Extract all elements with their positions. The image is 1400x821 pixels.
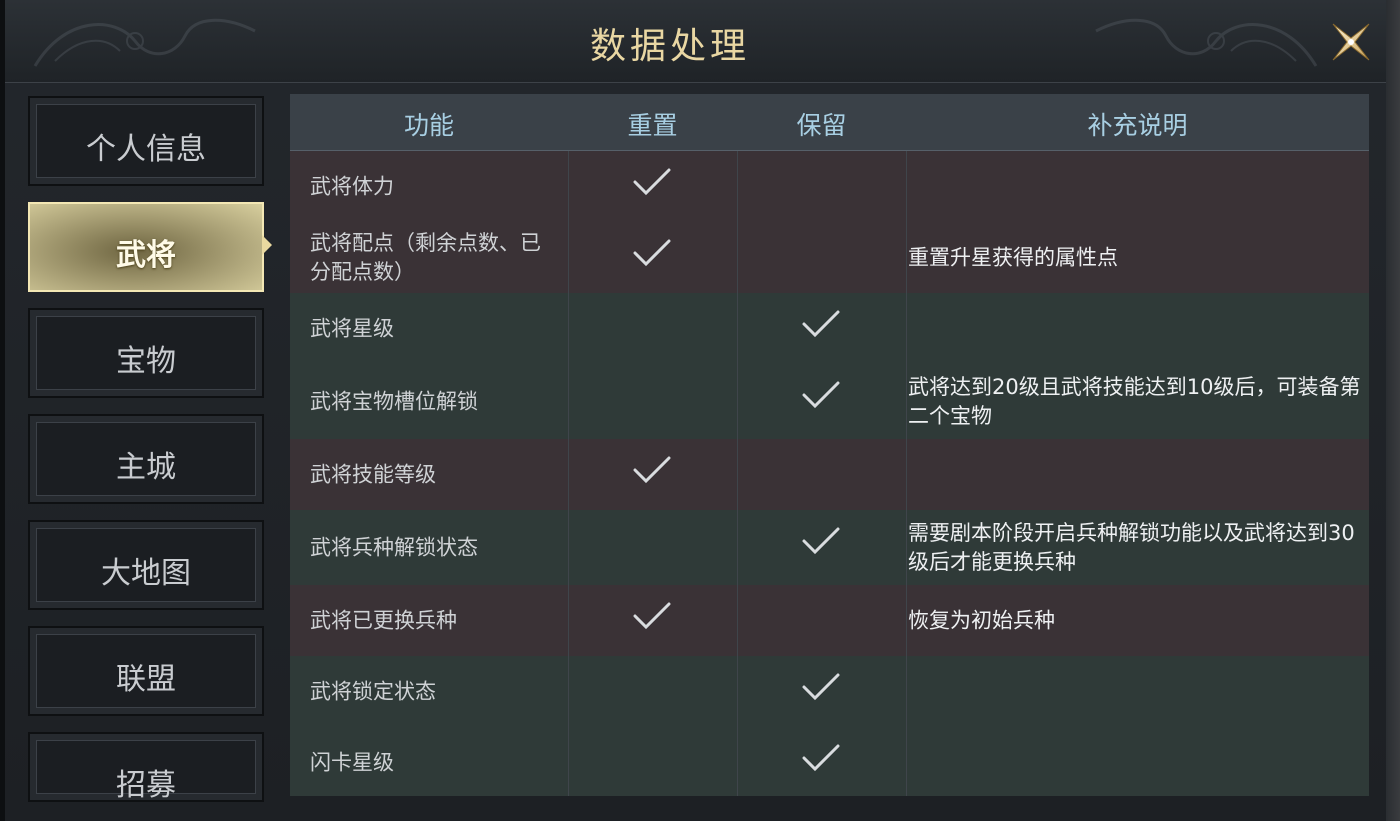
table-row: 武将宝物槽位解锁 武将达到20级且武将技能达到10级后，可装备第二个宝物 <box>290 364 1369 440</box>
sidebar-item-label: 武将 <box>116 238 176 273</box>
table-row: 闪卡星级 <box>290 727 1369 796</box>
column-divider <box>568 585 569 656</box>
sidebar-item-treasure[interactable]: 宝物 <box>28 308 264 398</box>
table-row: 武将兵种解锁状态 需要剧本阶段开启兵种解锁功能以及武将达到30级后才能更换兵种 <box>290 510 1369 586</box>
left-edge <box>0 0 5 821</box>
note-cell: 武将达到20级且武将技能达到10级后，可装备第二个宝物 <box>908 374 1361 428</box>
column-divider <box>568 293 569 364</box>
function-cell: 武将星级 <box>310 316 394 340</box>
sidebar-item-label: 招募 <box>116 768 176 803</box>
column-divider <box>568 151 569 222</box>
checkmark-icon <box>633 239 671 267</box>
sidebar-item-label: 个人信息 <box>86 132 206 167</box>
column-header-function: 功能 <box>403 111 454 140</box>
close-icon[interactable] <box>1327 18 1375 66</box>
column-divider <box>568 364 569 439</box>
column-divider <box>737 151 738 222</box>
checkmark-icon <box>633 456 671 484</box>
data-table: 功能 重置 保留 补充说明 武将体力武将配点（剩余点数、已分配点数） 重置升星获得… <box>290 94 1369 796</box>
column-divider <box>906 727 907 796</box>
sidebar-item-world-map[interactable]: 大地图 <box>28 520 264 610</box>
table-row: 武将体力 <box>290 151 1369 223</box>
function-cell: 武将配点（剩余点数、已分配点数） <box>310 230 541 284</box>
column-divider <box>737 510 738 585</box>
column-divider <box>568 439 569 510</box>
function-cell: 闪卡星级 <box>310 750 394 774</box>
function-cell: 武将体力 <box>310 174 394 198</box>
column-header-note: 补充说明 <box>1087 111 1188 140</box>
checkmark-icon <box>802 744 840 772</box>
sidebar-item-main-city[interactable]: 主城 <box>28 414 264 504</box>
function-cell: 武将宝物槽位解锁 <box>310 389 478 413</box>
column-divider <box>906 585 907 656</box>
column-header-reset: 重置 <box>627 111 678 140</box>
column-divider <box>737 439 738 510</box>
checkmark-icon <box>802 310 840 338</box>
function-cell: 武将已更换兵种 <box>310 608 457 632</box>
checkmark-icon <box>802 673 840 701</box>
note-cell: 恢复为初始兵种 <box>908 608 1055 632</box>
sidebar-item-generals[interactable]: 武将 <box>28 202 264 292</box>
note-cell: 重置升星获得的属性点 <box>908 245 1118 269</box>
sidebar-item-label: 大地图 <box>101 556 191 591</box>
note-cell: 需要剧本阶段开启兵种解锁功能以及武将达到30级后才能更换兵种 <box>908 520 1355 574</box>
sidebar-item-recruit[interactable]: 招募 <box>28 732 264 803</box>
sidebar-item-label: 宝物 <box>116 344 176 379</box>
column-header-keep: 保留 <box>796 111 847 140</box>
table-row: 武将星级 <box>290 293 1369 365</box>
column-divider <box>906 510 907 585</box>
column-divider <box>737 727 738 796</box>
column-divider <box>737 656 738 727</box>
function-cell: 武将兵种解锁状态 <box>310 535 478 559</box>
function-cell: 武将锁定状态 <box>310 679 436 703</box>
column-divider <box>906 439 907 510</box>
column-divider <box>737 364 738 439</box>
column-divider <box>568 727 569 796</box>
table-row: 武将已更换兵种 恢复为初始兵种 <box>290 585 1369 657</box>
column-divider <box>737 293 738 364</box>
column-divider <box>568 222 569 293</box>
table-row: 武将锁定状态 <box>290 656 1369 728</box>
sidebar-item-personal-info[interactable]: 个人信息 <box>28 96 264 186</box>
table-row: 武将技能等级 <box>290 439 1369 511</box>
dialog-header: 数据处理 <box>5 0 1386 83</box>
column-divider <box>906 364 907 439</box>
column-divider <box>906 151 907 222</box>
active-pointer-icon <box>262 235 272 255</box>
checkmark-icon <box>802 527 840 555</box>
table-row: 武将配点（剩余点数、已分配点数） 重置升星获得的属性点 <box>290 222 1369 294</box>
column-divider <box>906 222 907 293</box>
sidebar-item-label: 联盟 <box>116 662 176 697</box>
column-divider <box>737 222 738 293</box>
function-cell: 武将技能等级 <box>310 462 436 486</box>
column-divider <box>906 656 907 727</box>
column-divider <box>568 510 569 585</box>
checkmark-icon <box>633 168 671 196</box>
sidebar-item-label: 主城 <box>116 450 176 485</box>
table-header: 功能 重置 保留 补充说明 <box>290 94 1369 151</box>
column-divider <box>737 585 738 656</box>
checkmark-icon <box>802 381 840 409</box>
checkmark-icon <box>633 602 671 630</box>
column-divider <box>568 656 569 727</box>
page-title: 数据处理 <box>589 26 750 67</box>
right-edge <box>1386 0 1400 821</box>
sidebar-item-alliance[interactable]: 联盟 <box>28 626 264 716</box>
column-divider <box>906 293 907 364</box>
